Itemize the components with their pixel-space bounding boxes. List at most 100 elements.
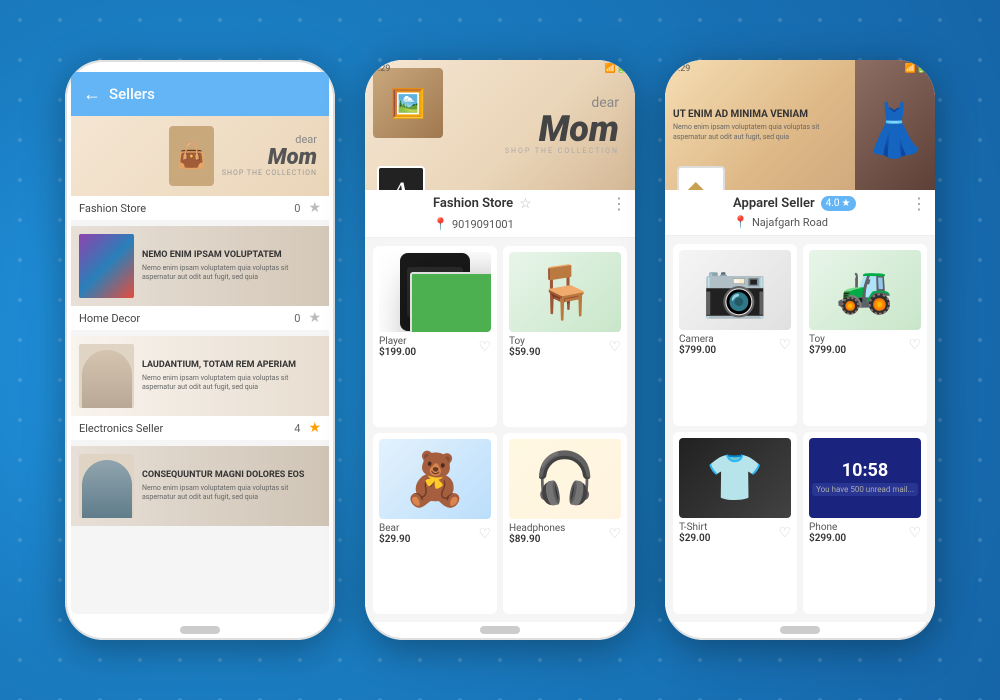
seller-info-fashion: Fashion Store 0 ★ (71, 196, 329, 220)
product-price-phone2: $299.00 (809, 533, 906, 544)
product-card-phone2[interactable]: 10:58 You have 500 unread mail... Phone … (803, 432, 927, 614)
product-card-tshirt[interactable]: 👕 T-Shirt $29.00 ♡ (673, 432, 797, 614)
star-icon: ★ (308, 200, 321, 216)
product-image-phone2: 10:58 You have 500 unread mail... (809, 438, 921, 518)
product-image-headphones: 🎧 (509, 439, 621, 519)
product-footer-tractor: Toy $799.00 ♡ (809, 334, 921, 356)
apparel-person-image: 👗 (863, 100, 928, 161)
bag-icon: 👜 (169, 126, 214, 186)
store-phone-row: 📍 9019091001 (433, 217, 514, 231)
store-info-bar: Fashion Store ☆ ⋮ 📍 9019091001 (365, 190, 635, 238)
product-image-tshirt: 👕 (679, 438, 791, 518)
homedecor-image (79, 234, 134, 298)
phone-fashion-store: 🖼️ dear Mom SHOP THE COLLECTION 1:29 📶🔋 … (365, 60, 635, 640)
status-bar: 1:29 📶🔋 (365, 64, 635, 74)
seller-banner-electronics: LAUDANTIUM, TOTAM REM APERIAM Nemo enim … (71, 336, 329, 416)
product-price-player: $199.00 (379, 347, 476, 358)
apparel-address: 📍 Najafgarh Road (733, 215, 927, 229)
seller-banner-fashion: 👜 dear Mom SHOP THE COLLECTION (71, 116, 329, 196)
camera-image: 📷 (703, 260, 768, 321)
home-button[interactable] (480, 626, 520, 634)
apparel-store-info: Apparel Seller 4.0 ★ ⋮ 📍 Najafgarh Road (665, 190, 935, 236)
product-footer-phone2: Phone $299.00 ♡ (809, 522, 921, 544)
product-card-player[interactable]: Player $199.00 ♡ (373, 246, 497, 427)
seller-item-fashion[interactable]: 👜 dear Mom SHOP THE COLLECTION Fashion S… (71, 116, 329, 220)
seller-info-homedecor: Home Decor 0 ★ (71, 306, 329, 330)
phone-image (400, 253, 470, 331)
product-price-tractor: $799.00 (809, 345, 906, 356)
product-footer-camera: Camera $799.00 ♡ (679, 334, 791, 356)
product-name-tractor: Toy (809, 334, 906, 345)
dear-mom-banner-text: dear Mom SHOP THE COLLECTION (505, 95, 619, 155)
fashion2-text: CONSEQUUNTUR MAGNI DOLORES EOS Nemo enim… (142, 470, 321, 502)
product-grid: Player $199.00 ♡ 🪑 Toy $59.90 ♡ (365, 238, 635, 622)
home-button[interactable] (780, 626, 820, 634)
apparel-name-row: Apparel Seller 4.0 ★ ⋮ (733, 194, 927, 213)
more-options-button[interactable]: ⋮ (611, 194, 627, 213)
apparel-store-name: Apparel Seller (733, 196, 815, 211)
product-name-player: Player (379, 336, 476, 347)
wishlist-button-headphones[interactable]: ♡ (608, 526, 621, 542)
home-button[interactable] (180, 626, 220, 634)
headphones-image: 🎧 (534, 450, 596, 508)
electronics-image (79, 344, 134, 408)
mona-lisa-image: 🖼️ (373, 68, 443, 138)
phone-lockscreen-image: 10:58 You have 500 unread mail... (809, 438, 921, 518)
wishlist-button-phone2[interactable]: ♡ (908, 525, 921, 541)
diamond-logo-icon (685, 174, 717, 190)
more-options-button-apparel[interactable]: ⋮ (911, 194, 927, 213)
product-name-camera: Camera (679, 334, 776, 345)
product-name-phone2: Phone (809, 522, 906, 533)
product-name-tshirt: T-Shirt (679, 522, 776, 533)
product-card-tractor[interactable]: 🚜 Toy $799.00 ♡ (803, 244, 927, 426)
sellers-header: ← Sellers (71, 72, 329, 116)
phone-sellers: ← Sellers 👜 dear Mom SHOP THE COLLECTION… (65, 60, 335, 640)
wishlist-button-tractor[interactable]: ♡ (908, 337, 921, 353)
tshirt-image: 👕 (706, 451, 763, 505)
tractor-image: 🚜 (836, 263, 893, 317)
store-logo: A (377, 166, 425, 190)
apparel-store-logo (677, 166, 725, 190)
product-footer-player: Player $199.00 ♡ (379, 336, 491, 358)
bear-image: 🧸 (403, 449, 468, 510)
banner-text-left: UT ENIM AD MINIMA VENIAM Nemo enim ipsam… (665, 100, 855, 149)
seller-list: 👜 dear Mom SHOP THE COLLECTION Fashion S… (71, 116, 329, 614)
product-image-player (379, 252, 491, 332)
seller-banner-homedecor: NEMO ENIM IPSAM VOLUPTATEM Nemo enim ips… (71, 226, 329, 306)
product-footer-headphones: Headphones $89.90 ♡ (509, 523, 621, 545)
back-arrow-icon[interactable]: ← (83, 84, 101, 105)
seller-item-electronics[interactable]: LAUDANTIUM, TOTAM REM APERIAM Nemo enim … (71, 336, 329, 440)
seller-item-homedecor[interactable]: NEMO ENIM IPSAM VOLUPTATEM Nemo enim ips… (71, 226, 329, 330)
product-card-bear[interactable]: 🧸 Bear $29.90 ♡ (373, 433, 497, 614)
apparel-product-grid: 📷 Camera $799.00 ♡ 🚜 Toy (665, 236, 935, 622)
wishlist-button-player[interactable]: ♡ (478, 339, 491, 355)
product-price-tshirt: $29.00 (679, 533, 776, 544)
product-card-headphones[interactable]: 🎧 Headphones $89.90 ♡ (503, 433, 627, 614)
baby-toy-image: 🪑 (533, 262, 598, 323)
product-footer-tshirt: T-Shirt $29.00 ♡ (679, 522, 791, 544)
sellers-title: Sellers (109, 85, 155, 103)
wishlist-button-bear[interactable]: ♡ (478, 526, 491, 542)
rating-badge: 4.0 ★ (821, 196, 856, 211)
phone-apparel-seller: UT ENIM AD MINIMA VENIAM Nemo enim ipsam… (665, 60, 935, 640)
banner-image-right: 👗 (855, 60, 935, 190)
product-card-toy[interactable]: 🪑 Toy $59.90 ♡ (503, 246, 627, 427)
seller-banner-fashion2: CONSEQUUNTUR MAGNI DOLORES EOS Nemo enim… (71, 446, 329, 526)
wishlist-button-tshirt[interactable]: ♡ (778, 525, 791, 541)
seller-item-fashion2[interactable]: CONSEQUUNTUR MAGNI DOLORES EOS Nemo enim… (71, 446, 329, 526)
product-footer-bear: Bear $29.90 ♡ (379, 523, 491, 545)
product-image-bear: 🧸 (379, 439, 491, 519)
star-icon: ★ (842, 198, 851, 209)
product-name-toy: Toy (509, 336, 606, 347)
fashion-banner-text: dear Mom SHOP THE COLLECTION (222, 134, 317, 178)
fashion-store-banner: 🖼️ dear Mom SHOP THE COLLECTION 1:29 📶🔋 … (365, 60, 635, 190)
status-bar-apparel: 1:29 📶🔋 (665, 64, 935, 74)
favorite-star-button[interactable]: ☆ (519, 196, 532, 212)
star-icon: ★ (308, 420, 321, 436)
store-name-row: Fashion Store ☆ ⋮ (433, 194, 627, 213)
product-card-camera[interactable]: 📷 Camera $799.00 ♡ (673, 244, 797, 426)
wishlist-button-toy[interactable]: ♡ (608, 339, 621, 355)
apparel-store-banner: UT ENIM AD MINIMA VENIAM Nemo enim ipsam… (665, 60, 935, 190)
product-price-camera: $799.00 (679, 345, 776, 356)
wishlist-button-camera[interactable]: ♡ (778, 337, 791, 353)
